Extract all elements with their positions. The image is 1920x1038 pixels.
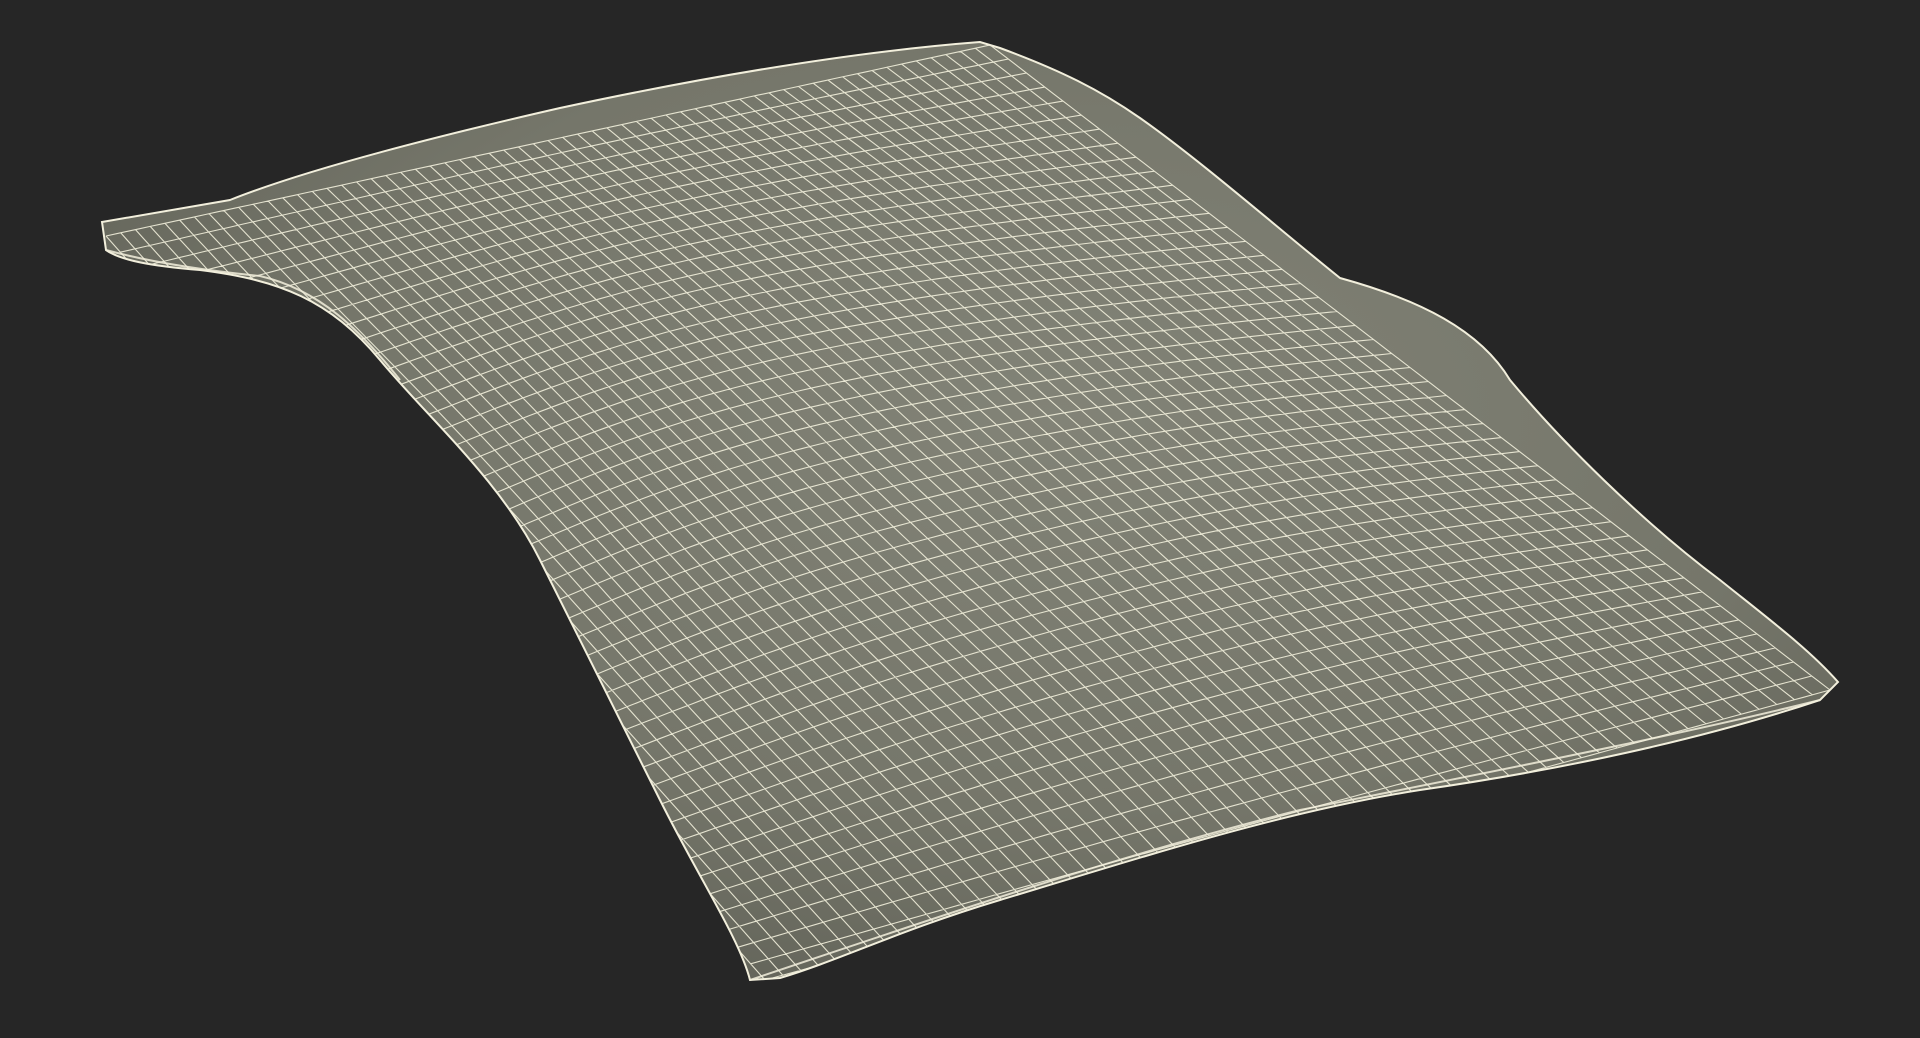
3d-viewport[interactable] <box>0 0 1920 1038</box>
pillow-wireframe-render <box>0 0 1920 1038</box>
